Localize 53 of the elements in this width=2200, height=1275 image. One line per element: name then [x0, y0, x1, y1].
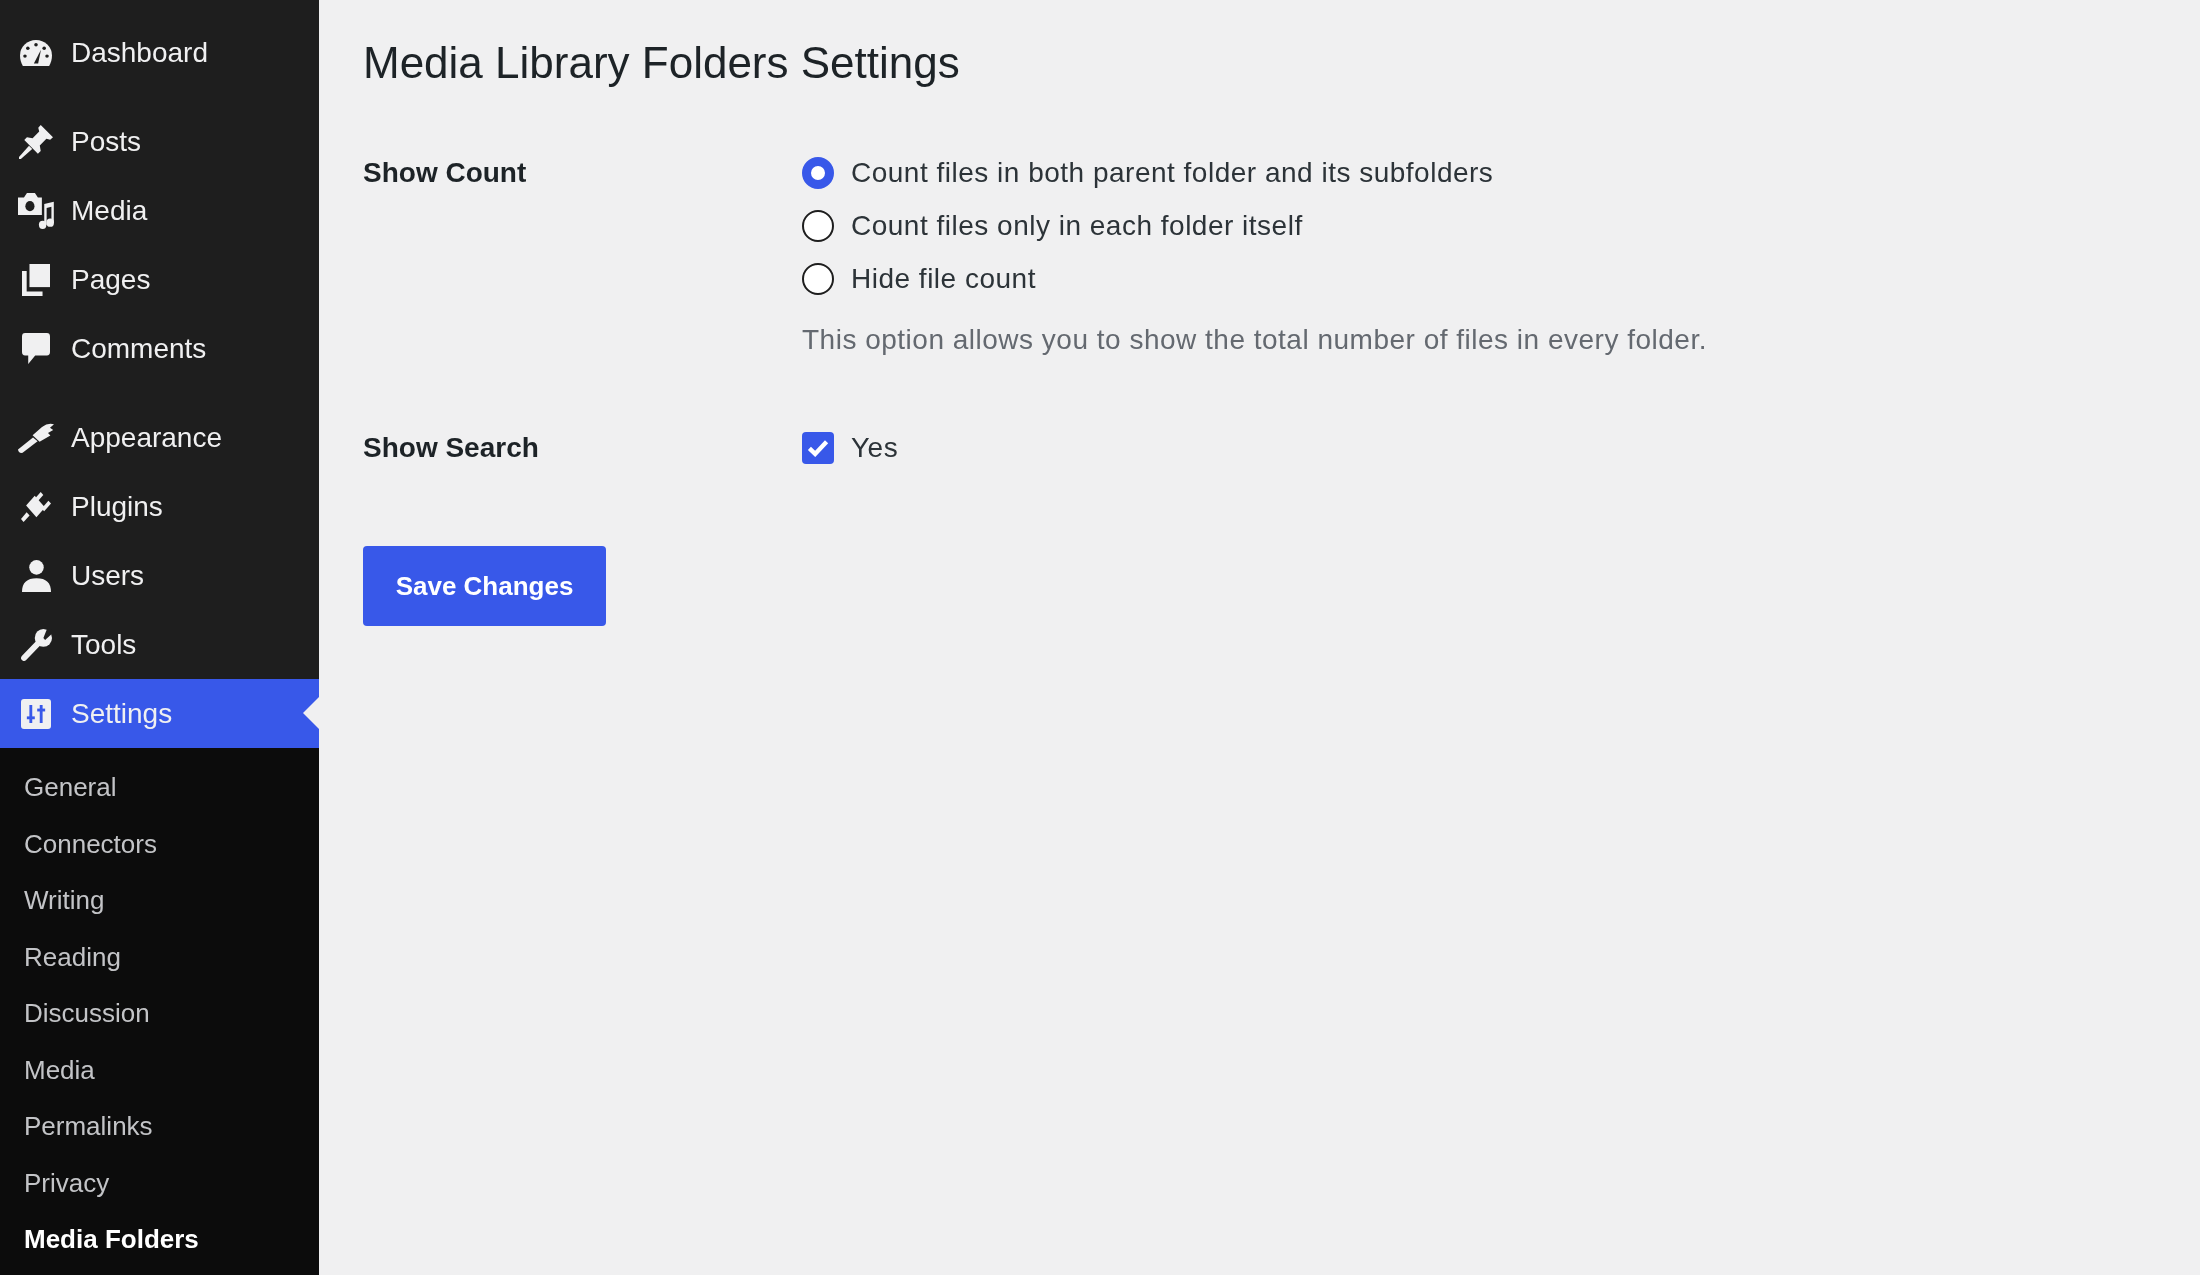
checkbox-label: Yes	[851, 430, 899, 465]
person-icon	[21, 559, 51, 592]
sidebar-menu-item[interactable]: Pages	[18, 262, 151, 297]
stacked-pages-icon	[22, 263, 50, 296]
submenu-item[interactable]: Connectors	[24, 827, 157, 860]
pushpin-icon	[19, 124, 53, 159]
submenu-item[interactable]: General	[24, 771, 117, 804]
radio-button[interactable]	[802, 156, 834, 189]
menu-label: Pages	[71, 262, 151, 297]
submenu-item[interactable]: Privacy	[24, 1166, 110, 1199]
radio-label: Hide file count	[851, 261, 1036, 296]
save-button[interactable]: Save Changes	[363, 546, 606, 626]
field-description: This option allows you to show the total number of files in every folder.	[802, 323, 1707, 357]
sidebar-menu-item[interactable]: Posts	[18, 124, 142, 159]
field-label: Show Count	[363, 155, 527, 190]
page-title: Media Library Folders Settings	[363, 37, 960, 89]
menu-label: Users	[71, 558, 145, 593]
paintbrush-icon	[18, 422, 54, 453]
submenu-item[interactable]: Media Folders	[24, 1223, 199, 1256]
wrench-icon	[20, 628, 52, 661]
sidebar-menu-item[interactable]: Tools	[18, 627, 137, 662]
gauge-icon	[20, 39, 52, 66]
radio-button[interactable]	[802, 209, 834, 242]
menu-label: Tools	[71, 627, 137, 662]
submenu-item[interactable]: Reading	[24, 940, 121, 973]
radio-label: Count files only in each folder itself	[851, 208, 1303, 243]
sidebar-menu-item[interactable]: Settings	[0, 679, 319, 748]
sidebar-menu-item[interactable]: Media	[18, 192, 148, 229]
menu-label: Plugins	[71, 489, 163, 524]
sidebar-menu-item[interactable]: Appearance	[18, 420, 222, 455]
camera-music-icon	[18, 192, 54, 229]
submenu-item[interactable]: Writing	[24, 884, 105, 917]
menu-label: Dashboard	[71, 35, 208, 70]
sidebar-menu-item[interactable]: Plugins	[18, 489, 163, 524]
field-label: Show Search	[363, 430, 539, 465]
sidebar-menu-item[interactable]: Users	[18, 558, 145, 593]
sidebar-menu-item[interactable]: Dashboard	[18, 35, 208, 70]
radio-label: Count files in both parent folder and its subfolders	[851, 155, 1494, 190]
submenu-item[interactable]: Discussion	[24, 997, 150, 1030]
sliders-icon	[21, 698, 51, 729]
speech-bubble-icon	[22, 333, 50, 364]
menu-label: Settings	[71, 696, 173, 731]
menu-label: Appearance	[71, 420, 222, 455]
submenu-item[interactable]: Media	[24, 1053, 95, 1086]
menu-label: Media	[71, 193, 148, 228]
menu-label: Comments	[71, 331, 207, 366]
sidebar-menu-item[interactable]: Comments	[18, 331, 207, 366]
radio-button[interactable]	[802, 262, 834, 295]
plug-icon	[21, 491, 51, 522]
submenu-item[interactable]: Permalinks	[24, 1110, 153, 1143]
checkmark-icon	[807, 438, 829, 457]
menu-label: Posts	[71, 124, 142, 159]
checkbox[interactable]	[802, 431, 834, 464]
